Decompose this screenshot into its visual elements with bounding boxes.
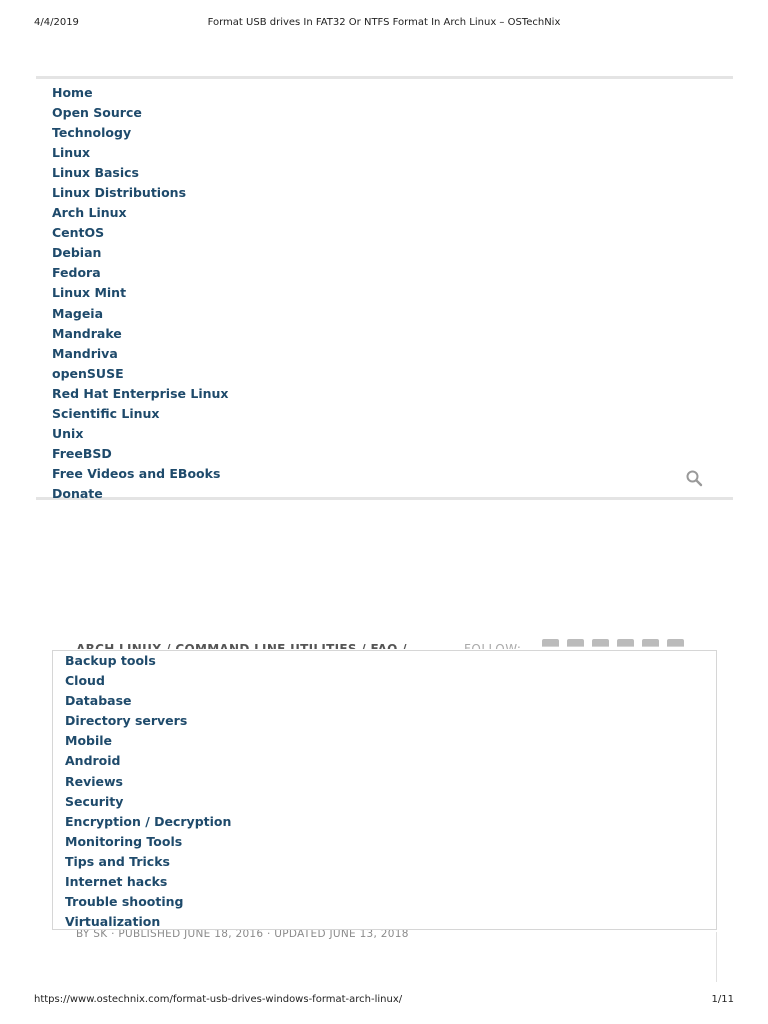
dropdown-item-directory-servers[interactable]: Directory servers: [65, 711, 231, 731]
nav-item-free-videos-ebooks[interactable]: Free Videos and EBooks: [52, 464, 228, 484]
dropdown-item-reviews[interactable]: Reviews: [65, 772, 231, 792]
dropdown-item-virtualization[interactable]: Virtualization: [65, 912, 231, 932]
main-nav-menu: Home Open Source Technology Linux Linux …: [36, 76, 733, 501]
dropdown-item-trouble-shooting[interactable]: Trouble shooting: [65, 892, 231, 912]
print-url: https://www.ostechnix.com/format-usb-dri…: [34, 994, 403, 1005]
nav-item-linux[interactable]: Linux: [52, 143, 228, 163]
nav-item-scientific-linux[interactable]: Scientific Linux: [52, 404, 228, 424]
nav-item-mandrake[interactable]: Mandrake: [52, 324, 228, 344]
dropdown-item-security[interactable]: Security: [65, 792, 231, 812]
nav-item-debian[interactable]: Debian: [52, 243, 228, 263]
dropdown-item-tips-and-tricks[interactable]: Tips and Tricks: [65, 852, 231, 872]
dropdown-item-backup-tools[interactable]: Backup tools: [65, 651, 231, 671]
nav-item-open-source[interactable]: Open Source: [52, 103, 228, 123]
nav-item-arch-linux[interactable]: Arch Linux: [52, 203, 228, 223]
nav-item-centos[interactable]: CentOS: [52, 223, 228, 243]
dropdown-item-internet-hacks[interactable]: Internet hacks: [65, 872, 231, 892]
print-header: 4/4/2019 Format USB drives In FAT32 Or N…: [0, 0, 768, 50]
dropdown-item-mobile[interactable]: Mobile: [65, 731, 231, 751]
nav-item-donate[interactable]: Donate: [52, 484, 228, 504]
nav-item-technology[interactable]: Technology: [52, 123, 228, 143]
main-nav-list: Home Open Source Technology Linux Linux …: [52, 83, 228, 504]
print-footer: https://www.ostechnix.com/format-usb-dri…: [0, 984, 768, 1024]
nav-item-unix[interactable]: Unix: [52, 424, 228, 444]
print-page-number: 1/11: [711, 994, 734, 1005]
dropdown-item-cloud[interactable]: Cloud: [65, 671, 231, 691]
dropdown-item-android[interactable]: Android: [65, 751, 231, 771]
nav-item-freebsd[interactable]: FreeBSD: [52, 444, 228, 464]
nav-item-rhel[interactable]: Red Hat Enterprise Linux: [52, 384, 228, 404]
print-title: Format USB drives In FAT32 Or NTFS Forma…: [207, 17, 561, 28]
dropdown-list: Backup tools Cloud Database Directory se…: [65, 651, 231, 932]
nav-item-linux-mint[interactable]: Linux Mint: [52, 283, 228, 303]
nav-item-fedora[interactable]: Fedora: [52, 263, 228, 283]
dropdown-item-database[interactable]: Database: [65, 691, 231, 711]
nav-item-home[interactable]: Home: [52, 83, 228, 103]
divider: [716, 932, 717, 982]
nav-item-mandriva[interactable]: Mandriva: [52, 344, 228, 364]
nav-item-linux-distributions[interactable]: Linux Distributions: [52, 183, 228, 203]
nav-item-linux-basics[interactable]: Linux Basics: [52, 163, 228, 183]
nav-item-opensuse[interactable]: openSUSE: [52, 364, 228, 384]
dropdown-item-encryption[interactable]: Encryption / Decryption: [65, 812, 231, 832]
printed-page: 4/4/2019 Format USB drives In FAT32 Or N…: [0, 0, 768, 1024]
nav-item-mageia[interactable]: Mageia: [52, 304, 228, 324]
search-icon[interactable]: [685, 469, 703, 487]
technology-dropdown-menu: Backup tools Cloud Database Directory se…: [52, 650, 717, 930]
dropdown-item-monitoring-tools[interactable]: Monitoring Tools: [65, 832, 231, 852]
